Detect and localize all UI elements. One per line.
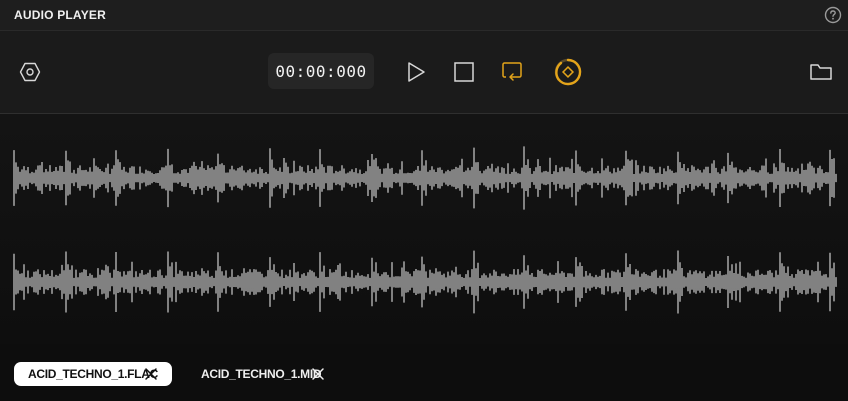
speed-dial-icon — [554, 58, 582, 86]
settings-hexagon-icon — [19, 62, 41, 82]
play-button[interactable] — [404, 59, 428, 85]
open-folder-button[interactable] — [808, 60, 834, 84]
tab-acid-techno-flac[interactable]: ACID_TECHNO_1.FLAC — [14, 362, 172, 386]
close-tab-button[interactable] — [311, 367, 325, 381]
toolbar: 00:00:000 — [0, 31, 848, 114]
loop-button[interactable] — [500, 59, 524, 85]
tab-label: ACID_TECHNO_1.MID — [201, 367, 322, 381]
stop-button[interactable] — [452, 60, 476, 84]
waveform[interactable] — [0, 114, 848, 344]
folder-icon — [810, 64, 832, 80]
tab-acid-techno-mid[interactable]: ACID_TECHNO_1.MID — [190, 362, 340, 386]
close-icon — [312, 368, 324, 380]
play-icon — [408, 62, 425, 82]
close-tab-button[interactable] — [144, 367, 158, 381]
app-title: AUDIO PLAYER — [14, 8, 106, 22]
help-button[interactable] — [824, 6, 842, 24]
close-icon — [145, 368, 157, 380]
title-bar: AUDIO PLAYER — [0, 0, 848, 31]
loop-icon — [502, 62, 522, 81]
stop-icon — [454, 62, 474, 82]
file-tabs: ACID_TECHNO_1.FLAC ACID_TECHNO_1.MID — [0, 344, 848, 401]
waveform-area[interactable] — [0, 114, 848, 344]
waveform-channel-1 — [13, 146, 837, 210]
settings-button[interactable] — [18, 60, 42, 84]
waveform-channel-2 — [13, 250, 837, 314]
tab-label: ACID_TECHNO_1.FLAC — [28, 367, 158, 381]
waveform-bars — [13, 146, 837, 210]
time-display: 00:00:000 — [268, 53, 374, 89]
waveform-bars — [13, 250, 837, 314]
speed-dial-button[interactable] — [553, 57, 583, 87]
help-icon — [824, 6, 842, 24]
